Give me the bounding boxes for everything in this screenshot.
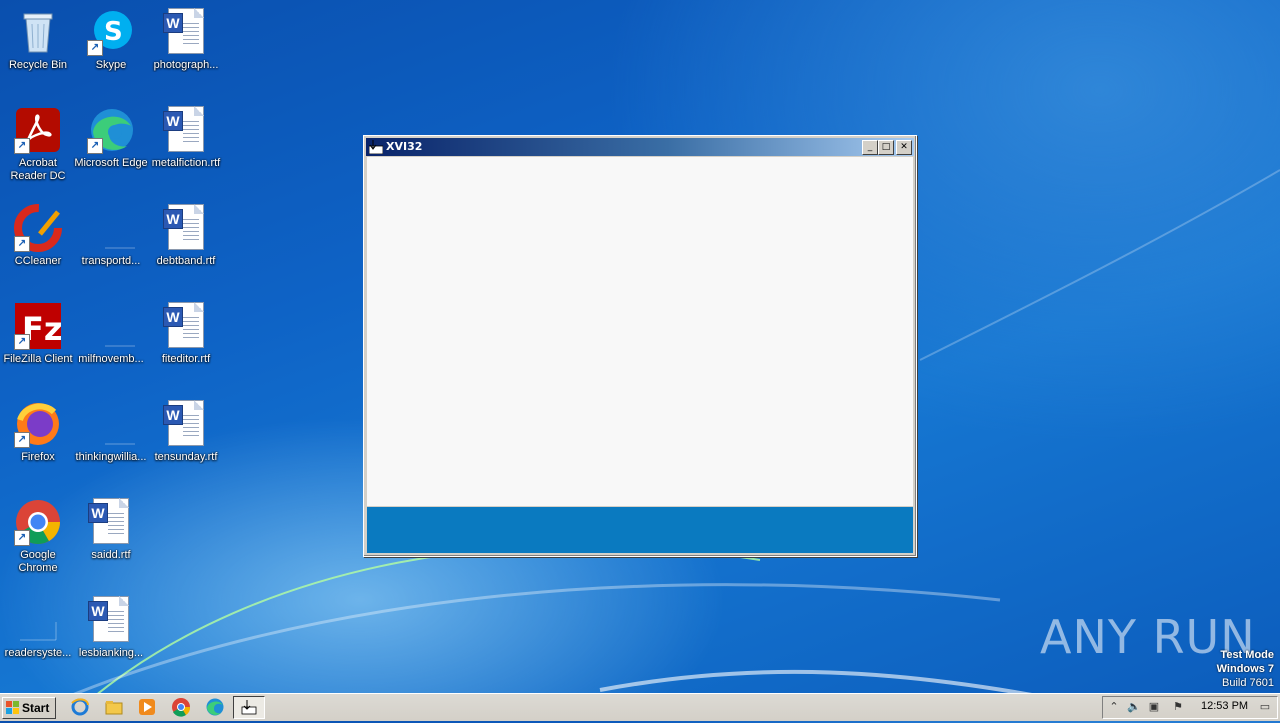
- show-desktop-icon[interactable]: ▭: [1258, 700, 1272, 714]
- word-document-icon: W: [162, 204, 210, 252]
- desktop-icon-label: lesbianking...: [78, 647, 144, 659]
- desktop-icon-label: metalfiction.rtf: [151, 157, 221, 169]
- word-document-icon: W: [87, 498, 135, 546]
- desktop-icon-debtband[interactable]: W debtband.rtf: [148, 200, 224, 268]
- taskbar-xvi32-button[interactable]: [233, 696, 265, 719]
- desktop-icon-label: Google Chrome: [18, 549, 58, 574]
- ccleaner-icon: ↗: [14, 204, 62, 252]
- blank-file-icon: [87, 204, 146, 252]
- start-label: Start: [22, 701, 50, 715]
- desktop-icon-label: transportd...: [81, 255, 141, 267]
- network-icon[interactable]: ▣: [1147, 700, 1161, 714]
- volume-icon[interactable]: 🔈: [1127, 700, 1141, 714]
- desktop-icon-recycle-bin[interactable]: Recycle Bin: [0, 4, 76, 72]
- desktop-icon-label: FileZilla Client: [3, 353, 73, 365]
- desktop-icon-ccleaner[interactable]: ↗ CCleaner: [0, 200, 76, 268]
- firefox-icon: ↗: [14, 400, 62, 448]
- svg-text:S: S: [104, 17, 123, 47]
- blank-file-icon: [14, 596, 62, 644]
- clock[interactable]: 12:53 PM: [1201, 700, 1248, 712]
- xvi32-app-icon: [369, 140, 383, 154]
- desktop-icon-label: tensunday.rtf: [154, 451, 218, 463]
- recycle-bin-icon: [14, 8, 62, 56]
- windows-flag-icon: [6, 701, 19, 714]
- acrobat-reader-icon: ↗: [14, 106, 62, 154]
- desktop-icon-firefox[interactable]: ↗ Firefox: [0, 396, 76, 464]
- desktop-icon-label: fiteditor.rtf: [161, 353, 211, 365]
- show-hidden-icons-icon[interactable]: ⌃: [1107, 700, 1121, 714]
- desktop-icon-photograph[interactable]: W photograph...: [148, 4, 224, 72]
- desktop-icon-label: debtband.rtf: [156, 255, 216, 267]
- blank-file-icon: [87, 302, 146, 350]
- close-button[interactable]: ✕: [896, 140, 912, 155]
- desktop-icon-label: Microsoft Edge: [74, 157, 148, 169]
- media-player-icon[interactable]: [137, 697, 157, 717]
- desktop-icon-milfnovemb[interactable]: milfnovemb...: [73, 298, 149, 366]
- minimize-button[interactable]: _: [862, 140, 878, 155]
- desktop-icon-label: saidd.rtf: [91, 549, 131, 561]
- desktop-icon-tensunday[interactable]: W tensunday.rtf: [148, 396, 224, 464]
- desktop-icon-skype[interactable]: S ↗ Skype: [73, 4, 149, 72]
- system-tray: ⌃ 🔈 ▣ ⚑ 12:53 PM ▭: [1102, 696, 1278, 719]
- desktop-icon-label: Recycle Bin: [8, 59, 68, 71]
- file-explorer-icon[interactable]: [104, 697, 124, 717]
- desktop-icon-fiteditor[interactable]: W fiteditor.rtf: [148, 298, 224, 366]
- desktop-icon-label: Firefox: [21, 451, 55, 463]
- desktop-icon-label: thinkingwillia...: [75, 451, 147, 463]
- xvi32-icon: [241, 700, 257, 715]
- blank-file-icon: [87, 400, 146, 448]
- action-center-flag-icon[interactable]: ⚑: [1171, 700, 1185, 714]
- window-title: XVI32: [386, 140, 423, 153]
- desktop-icon-label: CCleaner: [14, 255, 62, 267]
- chrome-icon: ↗: [14, 498, 62, 546]
- filezilla-icon: Fz ↗: [14, 302, 62, 350]
- window-titlebar[interactable]: XVI32 _ □ ✕: [366, 138, 914, 156]
- edge-icon: ↗: [87, 106, 135, 154]
- status-bar: [367, 507, 913, 553]
- desktop-icon-readersyste[interactable]: readersyste...: [0, 592, 76, 660]
- desktop-icon-label: photograph...: [153, 59, 219, 71]
- word-document-icon: W: [162, 8, 210, 56]
- desktop-icon-edge[interactable]: ↗ Microsoft Edge: [73, 102, 149, 170]
- taskbar: Start ⌃ 🔈 ▣ ⚑ 12:53 PM ▭: [0, 693, 1280, 721]
- chrome-icon[interactable]: [171, 697, 191, 717]
- word-document-icon: W: [87, 596, 135, 644]
- desktop-icon-metalfiction[interactable]: W metalfiction.rtf: [148, 102, 224, 170]
- edge-icon[interactable]: [205, 697, 225, 717]
- word-document-icon: W: [162, 302, 210, 350]
- desktop-icon-thinkingwillia[interactable]: thinkingwillia...: [73, 396, 149, 464]
- maximize-button[interactable]: □: [878, 140, 894, 155]
- desktop-icon-label: readersyste...: [4, 647, 72, 659]
- desktop-icon-label: Acrobat Reader DC: [10, 157, 66, 182]
- start-button[interactable]: Start: [2, 697, 56, 719]
- desktop-icon-filezilla[interactable]: Fz ↗ FileZilla Client: [0, 298, 76, 366]
- xvi32-window[interactable]: XVI32 _ □ ✕: [363, 135, 917, 557]
- skype-icon: S ↗: [87, 8, 135, 56]
- desktop-icon-label: Skype: [95, 59, 127, 71]
- desktop-icon-label: milfnovemb...: [78, 353, 144, 365]
- build-line: Build 7601: [1222, 677, 1274, 689]
- internet-explorer-icon[interactable]: [70, 697, 90, 717]
- desktop-icon-acrobat[interactable]: ↗ Acrobat Reader DC: [0, 102, 76, 183]
- desktop-icon-saidd[interactable]: W saidd.rtf: [73, 494, 149, 562]
- desktop-icon-transportd[interactable]: transportd...: [73, 200, 149, 268]
- desktop-icon-lesbianking[interactable]: W lesbianking...: [73, 592, 149, 660]
- test-mode-line: Test Mode: [1220, 649, 1274, 661]
- desktop-icon-chrome[interactable]: ↗ Google Chrome: [0, 494, 76, 575]
- word-document-icon: W: [162, 400, 210, 448]
- test-mode-notice: Test Mode Windows 7 Build 7601: [1217, 648, 1274, 690]
- os-name-line: Windows 7: [1216, 663, 1274, 675]
- hex-editor-area[interactable]: [367, 157, 913, 506]
- word-document-icon: W: [162, 106, 210, 154]
